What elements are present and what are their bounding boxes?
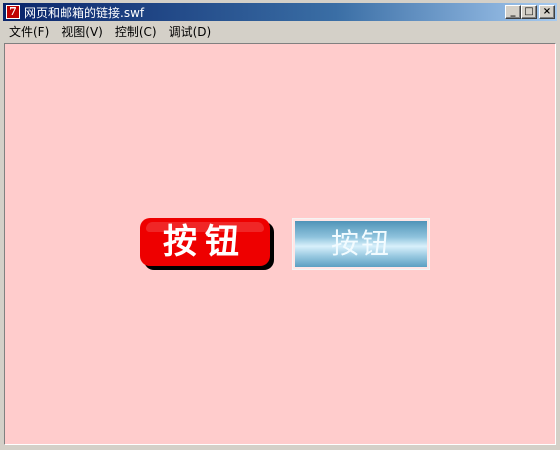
blue-button[interactable]: 按钮: [292, 218, 430, 270]
window-title: 网页和邮箱的链接.swf: [24, 5, 145, 20]
window-controls: _ □ ×: [505, 5, 555, 19]
blue-button-label: 按钮: [330, 227, 391, 260]
menu-file[interactable]: 文件(F): [3, 23, 55, 40]
menu-control[interactable]: 控制(C): [109, 23, 163, 40]
flash-player-icon[interactable]: 7: [6, 5, 20, 19]
menu-debug[interactable]: 调试(D): [163, 23, 218, 40]
menu-bar: 文件(F) 视图(V) 控制(C) 调试(D): [3, 22, 557, 41]
menu-view[interactable]: 视图(V): [55, 23, 109, 40]
title-bar: 7 网页和邮箱的链接.swf _ □ ×: [3, 3, 557, 21]
flash-stage: 按钮 按钮: [4, 43, 556, 445]
flash-player-window: 7 网页和邮箱的链接.swf _ □ × 文件(F) 视图(V) 控制(C) 调…: [0, 0, 560, 450]
app-icon-glyph: 7: [7, 6, 19, 18]
red-button[interactable]: 按钮: [140, 218, 270, 266]
maximize-button[interactable]: □: [521, 5, 537, 19]
minimize-button[interactable]: _: [505, 5, 521, 19]
blue-button-face: 按钮: [295, 221, 427, 267]
close-button[interactable]: ×: [539, 5, 555, 19]
red-button-highlight: [146, 222, 264, 232]
